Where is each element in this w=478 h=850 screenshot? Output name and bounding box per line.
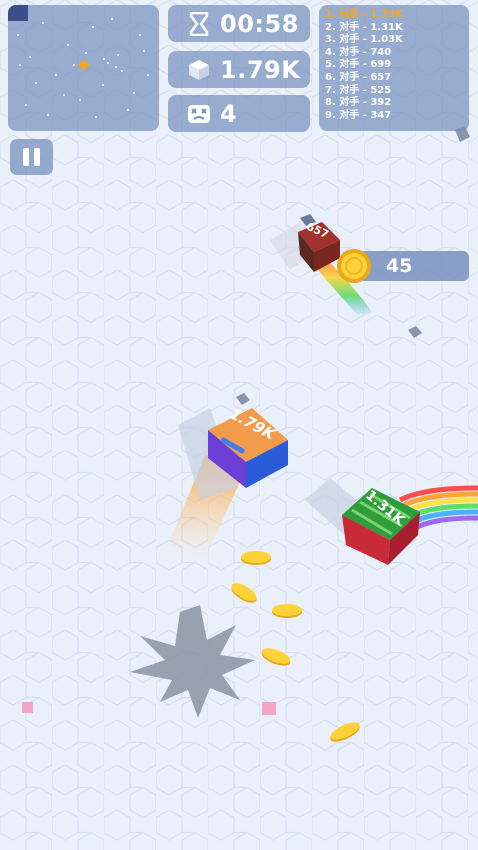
coin-icon: [272, 604, 302, 618]
coin-reward-value: 45: [386, 255, 413, 277]
leaderboard-row: 6. 对手 - 657: [325, 71, 392, 83]
mass-panel: 1.79K: [168, 51, 310, 88]
mass-value: 1.79K: [220, 55, 301, 84]
pause-icon: [23, 148, 29, 166]
leaderboard-row: 5. 对手 - 699: [325, 59, 392, 71]
pause-button[interactable]: [10, 139, 53, 175]
small-cube: [22, 702, 33, 713]
skull-icon: [182, 104, 216, 124]
cube-icon: [182, 59, 216, 81]
leaderboard-row: 3. 对手 - 1.03K: [325, 34, 403, 46]
leaderboard-row: 8. 对手 - 392: [325, 97, 392, 109]
leaderboard-row: 9. 对手 - 347: [325, 109, 392, 121]
leaderboard: 1. 玩家 - 1.79K 2. 对手 - 1.31K 3. 对手 - 1.03…: [319, 5, 469, 131]
leaderboard-row: 7. 对手 - 525: [325, 84, 392, 96]
coin-icon: [241, 551, 271, 565]
timer-value: 00:58: [220, 9, 299, 38]
kills-panel: 4: [168, 95, 310, 132]
leaderboard-row: 1. 玩家 - 1.79K: [325, 9, 403, 20]
leaderboard-row: 2. 对手 - 1.31K: [325, 21, 403, 33]
minimap-player-marker: [78, 59, 90, 71]
kills-value: 4: [220, 99, 238, 128]
minimap: [8, 5, 159, 131]
hourglass-icon: [182, 11, 216, 36]
small-cube: [262, 702, 276, 715]
minimap-corner-cube: [8, 5, 28, 21]
coin-icon: [336, 248, 372, 284]
leaderboard-row: 4. 对手 - 740: [325, 46, 392, 58]
pause-icon: [34, 148, 40, 166]
timer-panel: 00:58: [168, 5, 310, 42]
